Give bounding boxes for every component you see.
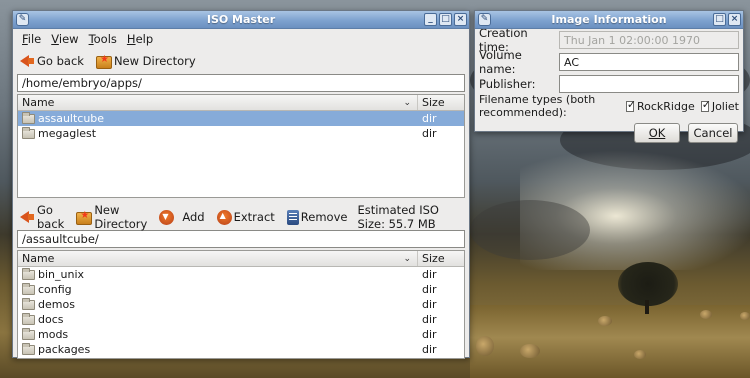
list-item[interactable]: bin_unix dir [18,267,464,282]
bottom-toolbar: Go back New Directory Add Extract Remove… [13,203,469,231]
main-window-title: ISO Master [206,13,276,26]
menu-help[interactable]: Help [122,32,158,46]
extract-button[interactable]: Extract [215,206,277,228]
add-button[interactable]: Add [157,206,206,228]
filename-types-label: Filename types (both recommended): [479,93,596,119]
local-size-column-header[interactable]: Size [418,95,464,111]
estimated-iso-size: Estimated ISO Size: 55.7 MB [357,203,439,231]
local-name-column-header[interactable]: Name ⌄ [18,95,418,110]
dialog-titlebar[interactable]: ✎ Image Information □ × [475,11,743,29]
list-item[interactable]: packages dir [18,342,464,357]
rockridge-label[interactable]: RockRidge [637,100,695,113]
folder-icon [22,282,35,295]
maximize-button[interactable]: □ [713,13,726,26]
new-folder-icon [76,210,93,225]
joliet-checkbox[interactable] [700,98,711,112]
remove-button[interactable]: Remove [285,206,350,228]
folder-icon [22,342,35,355]
local-list-header: Name ⌄ Size [18,95,464,111]
top-toolbar: Go back New Directory [13,48,469,74]
publisher-label: Publisher: [479,77,536,91]
list-item[interactable]: assaultcube dir [18,111,464,126]
creation-time-field: Thu Jan 1 02:00:00 1970 [559,31,739,49]
local-file-list[interactable]: Name ⌄ Size assaultcube dir megaglest di… [17,94,465,198]
main-titlebar[interactable]: ✎ ISO Master _ □ × [13,11,469,29]
list-item[interactable]: config dir [18,282,464,297]
minimize-button[interactable]: _ [424,13,437,26]
add-down-arrow-icon [159,209,175,225]
folder-icon [22,111,35,124]
top-go-back-button[interactable]: Go back [17,50,86,72]
close-button[interactable]: × [454,13,467,26]
iso-new-directory-button[interactable]: New Directory [74,203,149,231]
sort-chevron-icon: ⌄ [403,98,411,108]
trash-icon [286,209,299,225]
iso-name-column-header[interactable]: Name ⌄ [18,251,418,266]
folder-icon [22,126,35,139]
new-folder-icon [95,54,112,69]
folder-icon [22,312,35,325]
iso-master-window: ✎ ISO Master _ □ × File View Tools Help … [12,10,470,359]
iso-go-back-button[interactable]: Go back [17,203,66,231]
menu-file[interactable]: File [17,32,46,46]
menu-tools[interactable]: Tools [84,32,122,46]
folder-icon [22,297,35,310]
local-path-field[interactable]: /home/embryo/apps/ [17,74,465,92]
publisher-field[interactable] [559,75,739,93]
rockridge-checkbox[interactable] [625,98,636,112]
top-new-directory-button[interactable]: New Directory [94,50,198,72]
back-arrow-icon [19,209,35,225]
folder-icon [22,327,35,340]
close-button[interactable]: × [728,13,741,26]
back-arrow-icon [19,53,35,69]
iso-list-header: Name ⌄ Size [18,251,464,267]
joliet-label[interactable]: Joliet [712,100,739,113]
list-item[interactable]: docs dir [18,312,464,327]
menubar: File View Tools Help [13,29,469,48]
list-item[interactable]: megaglest dir [18,126,464,141]
dialog-title: Image Information [551,13,667,26]
maximize-button[interactable]: □ [439,13,452,26]
iso-file-list[interactable]: Name ⌄ Size bin_unix dir config dir demo… [17,250,465,359]
iso-size-column-header[interactable]: Size [418,251,464,267]
menu-view[interactable]: View [46,32,83,46]
ok-button[interactable]: OK [634,123,680,143]
iso-path-field[interactable]: /assaultcube/ [17,230,465,248]
extract-up-arrow-icon [216,209,232,225]
cancel-button[interactable]: Cancel [688,123,738,143]
list-item[interactable]: demos dir [18,297,464,312]
volume-name-field[interactable]: AC [559,53,739,71]
sort-chevron-icon: ⌄ [403,254,411,264]
volume-name-label: Volume name: [479,48,522,76]
list-item[interactable]: mods dir [18,327,464,342]
image-information-dialog: ✎ Image Information □ × Creation time: T… [474,10,744,143]
folder-icon [22,267,35,280]
